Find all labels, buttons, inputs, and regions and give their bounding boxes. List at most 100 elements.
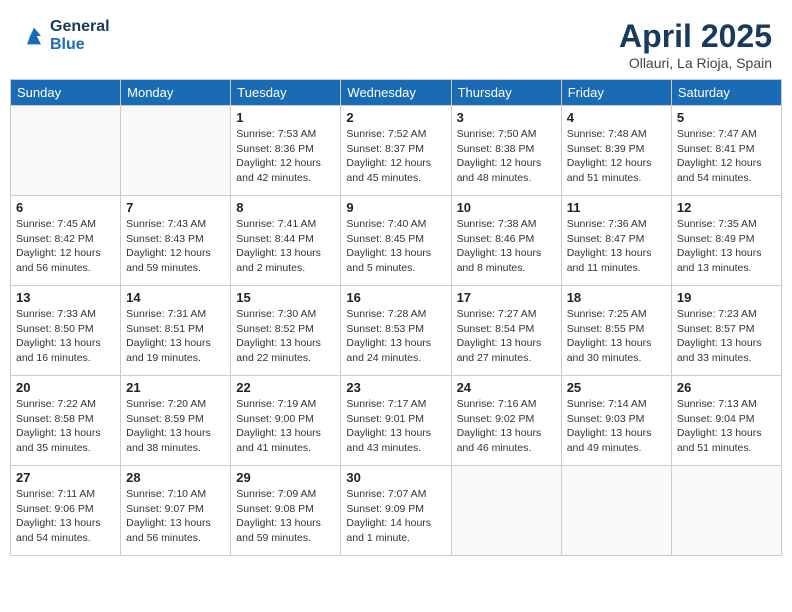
day-header-thursday: Thursday (451, 80, 561, 106)
day-number: 19 (677, 290, 776, 305)
day-info: Sunrise: 7:28 AM Sunset: 8:53 PM Dayligh… (346, 307, 445, 366)
calendar-cell: 16 Sunrise: 7:28 AM Sunset: 8:53 PM Dayli… (341, 286, 451, 376)
day-info: Sunrise: 7:25 AM Sunset: 8:55 PM Dayligh… (567, 307, 666, 366)
day-number: 13 (16, 290, 115, 305)
calendar-cell: 17 Sunrise: 7:27 AM Sunset: 8:54 PM Dayli… (451, 286, 561, 376)
day-number: 14 (126, 290, 225, 305)
day-info: Sunrise: 7:43 AM Sunset: 8:43 PM Dayligh… (126, 217, 225, 276)
calendar-cell: 18 Sunrise: 7:25 AM Sunset: 8:55 PM Dayli… (561, 286, 671, 376)
day-info: Sunrise: 7:11 AM Sunset: 9:06 PM Dayligh… (16, 487, 115, 546)
day-number: 16 (346, 290, 445, 305)
day-info: Sunrise: 7:27 AM Sunset: 8:54 PM Dayligh… (457, 307, 556, 366)
day-number: 27 (16, 470, 115, 485)
day-number: 2 (346, 110, 445, 125)
calendar-cell: 7 Sunrise: 7:43 AM Sunset: 8:43 PM Daylig… (121, 196, 231, 286)
calendar-cell: 21Sunrise: 7:20 AM Sunset: 8:59 PM Dayli… (121, 376, 231, 466)
calendar-week-row: 13Sunrise: 7:33 AM Sunset: 8:50 PM Dayli… (11, 286, 782, 376)
day-info: Sunrise: 7:53 AM Sunset: 8:36 PM Dayligh… (236, 127, 335, 186)
calendar-cell: 5 Sunrise: 7:47 AM Sunset: 8:41 PM Daylig… (671, 106, 781, 196)
day-number: 12 (677, 200, 776, 215)
calendar-cell: 19 Sunrise: 7:23 AM Sunset: 8:57 PM Dayli… (671, 286, 781, 376)
calendar-cell (451, 466, 561, 556)
day-info: Sunrise: 7:48 AM Sunset: 8:39 PM Dayligh… (567, 127, 666, 186)
calendar-week-row: 1 Sunrise: 7:53 AM Sunset: 8:36 PM Daylig… (11, 106, 782, 196)
day-number: 22 (236, 380, 335, 395)
calendar-cell: 4 Sunrise: 7:48 AM Sunset: 8:39 PM Daylig… (561, 106, 671, 196)
day-info: Sunrise: 7:36 AM Sunset: 8:47 PM Dayligh… (567, 217, 666, 276)
calendar-week-row: 20Sunrise: 7:22 AM Sunset: 8:58 PM Dayli… (11, 376, 782, 466)
day-number: 20 (16, 380, 115, 395)
day-number: 29 (236, 470, 335, 485)
calendar-week-row: 27 Sunrise: 7:11 AM Sunset: 9:06 PM Dayli… (11, 466, 782, 556)
calendar-cell: 6 Sunrise: 7:45 AM Sunset: 8:42 PM Daylig… (11, 196, 121, 286)
calendar-cell: 15Sunrise: 7:30 AM Sunset: 8:52 PM Dayli… (231, 286, 341, 376)
calendar-cell (11, 106, 121, 196)
day-number: 26 (677, 380, 776, 395)
day-info: Sunrise: 7:23 AM Sunset: 8:57 PM Dayligh… (677, 307, 776, 366)
day-number: 30 (346, 470, 445, 485)
calendar-cell: 24Sunrise: 7:16 AM Sunset: 9:02 PM Dayli… (451, 376, 561, 466)
calendar-cell: 29 Sunrise: 7:09 AM Sunset: 9:08 PM Dayli… (231, 466, 341, 556)
day-header-sunday: Sunday (11, 80, 121, 106)
calendar-cell (671, 466, 781, 556)
day-number: 4 (567, 110, 666, 125)
calendar-cell: 8Sunrise: 7:41 AM Sunset: 8:44 PM Daylig… (231, 196, 341, 286)
calendar-cell: 22Sunrise: 7:19 AM Sunset: 9:00 PM Dayli… (231, 376, 341, 466)
day-info: Sunrise: 7:40 AM Sunset: 8:45 PM Dayligh… (346, 217, 445, 276)
calendar-cell: 26 Sunrise: 7:13 AM Sunset: 9:04 PM Dayli… (671, 376, 781, 466)
day-number: 24 (457, 380, 556, 395)
calendar-cell: 27 Sunrise: 7:11 AM Sunset: 9:06 PM Dayli… (11, 466, 121, 556)
day-header-saturday: Saturday (671, 80, 781, 106)
day-number: 8 (236, 200, 335, 215)
calendar-cell: 13Sunrise: 7:33 AM Sunset: 8:50 PM Dayli… (11, 286, 121, 376)
day-info: Sunrise: 7:17 AM Sunset: 9:01 PM Dayligh… (346, 397, 445, 456)
day-number: 11 (567, 200, 666, 215)
day-info: Sunrise: 7:31 AM Sunset: 8:51 PM Dayligh… (126, 307, 225, 366)
day-number: 28 (126, 470, 225, 485)
day-header-wednesday: Wednesday (341, 80, 451, 106)
day-number: 15 (236, 290, 335, 305)
month-title: April 2025 (619, 18, 772, 55)
calendar-cell: 3Sunrise: 7:50 AM Sunset: 8:38 PM Daylig… (451, 106, 561, 196)
day-header-tuesday: Tuesday (231, 80, 341, 106)
calendar-cell: 14 Sunrise: 7:31 AM Sunset: 8:51 PM Dayli… (121, 286, 231, 376)
day-number: 7 (126, 200, 225, 215)
day-info: Sunrise: 7:38 AM Sunset: 8:46 PM Dayligh… (457, 217, 556, 276)
logo: General Blue (20, 18, 110, 54)
day-info: Sunrise: 7:09 AM Sunset: 9:08 PM Dayligh… (236, 487, 335, 546)
calendar-cell: 30 Sunrise: 7:07 AM Sunset: 9:09 PM Dayli… (341, 466, 451, 556)
day-number: 1 (236, 110, 335, 125)
day-number: 23 (346, 380, 445, 395)
day-number: 6 (16, 200, 115, 215)
day-info: Sunrise: 7:07 AM Sunset: 9:09 PM Dayligh… (346, 487, 445, 546)
day-info: Sunrise: 7:45 AM Sunset: 8:42 PM Dayligh… (16, 217, 115, 276)
calendar-cell: 28 Sunrise: 7:10 AM Sunset: 9:07 PM Dayli… (121, 466, 231, 556)
day-info: Sunrise: 7:52 AM Sunset: 8:37 PM Dayligh… (346, 127, 445, 186)
calendar-table: SundayMondayTuesdayWednesdayThursdayFrid… (10, 79, 782, 556)
logo-text: General Blue (50, 18, 110, 54)
day-header-friday: Friday (561, 80, 671, 106)
calendar-week-row: 6 Sunrise: 7:45 AM Sunset: 8:42 PM Daylig… (11, 196, 782, 286)
day-info: Sunrise: 7:47 AM Sunset: 8:41 PM Dayligh… (677, 127, 776, 186)
day-number: 18 (567, 290, 666, 305)
day-number: 21 (126, 380, 225, 395)
calendar-cell: 2 Sunrise: 7:52 AM Sunset: 8:37 PM Daylig… (341, 106, 451, 196)
day-number: 17 (457, 290, 556, 305)
day-header-monday: Monday (121, 80, 231, 106)
calendar-cell: 1 Sunrise: 7:53 AM Sunset: 8:36 PM Daylig… (231, 106, 341, 196)
day-info: Sunrise: 7:14 AM Sunset: 9:03 PM Dayligh… (567, 397, 666, 456)
calendar-cell (121, 106, 231, 196)
calendar-cell: 20Sunrise: 7:22 AM Sunset: 8:58 PM Dayli… (11, 376, 121, 466)
day-number: 3 (457, 110, 556, 125)
calendar-cell: 23 Sunrise: 7:17 AM Sunset: 9:01 PM Dayli… (341, 376, 451, 466)
day-number: 25 (567, 380, 666, 395)
calendar-cell: 10 Sunrise: 7:38 AM Sunset: 8:46 PM Dayli… (451, 196, 561, 286)
logo-icon (20, 22, 48, 50)
calendar-header-row: SundayMondayTuesdayWednesdayThursdayFrid… (11, 80, 782, 106)
day-number: 5 (677, 110, 776, 125)
day-info: Sunrise: 7:13 AM Sunset: 9:04 PM Dayligh… (677, 397, 776, 456)
day-number: 10 (457, 200, 556, 215)
location: Ollauri, La Rioja, Spain (619, 55, 772, 71)
day-info: Sunrise: 7:10 AM Sunset: 9:07 PM Dayligh… (126, 487, 225, 546)
calendar-cell: 11 Sunrise: 7:36 AM Sunset: 8:47 PM Dayli… (561, 196, 671, 286)
